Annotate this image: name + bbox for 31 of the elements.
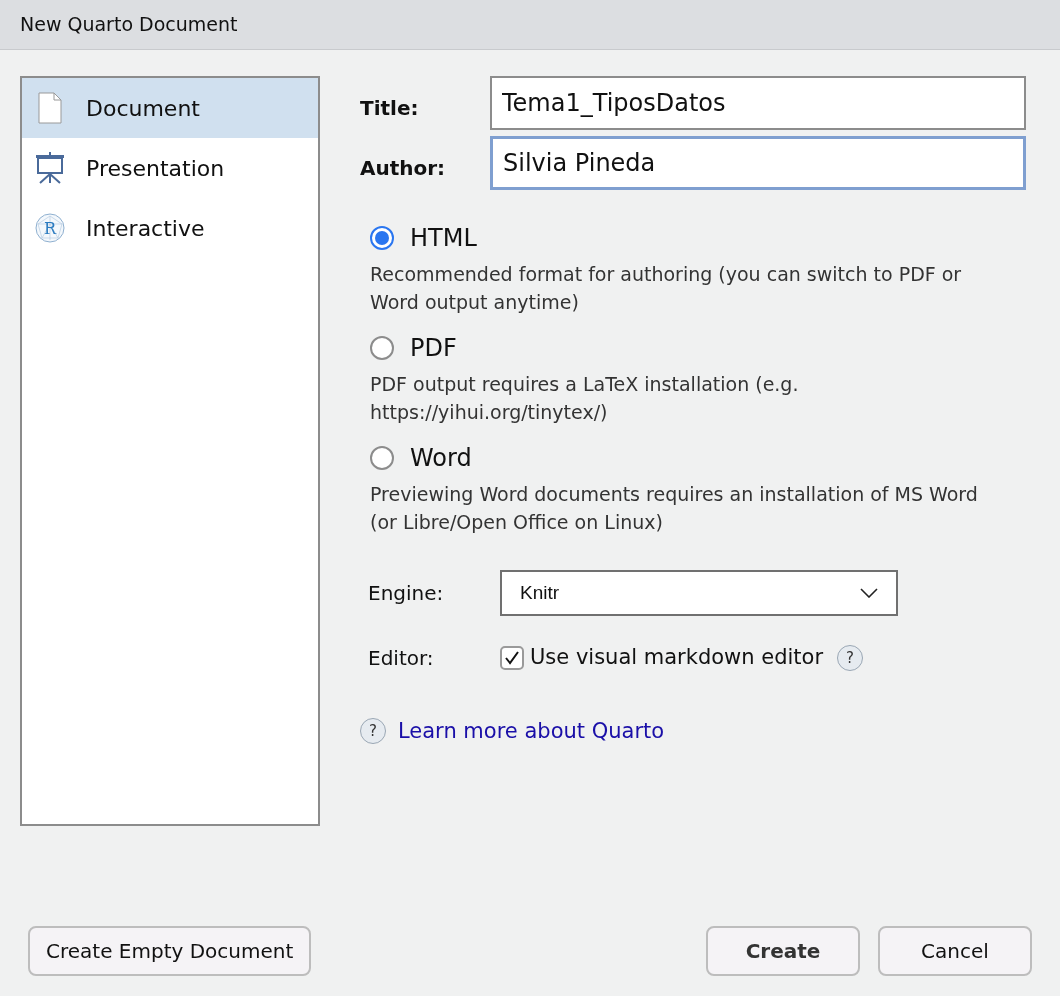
create-button[interactable]: Create xyxy=(706,926,860,976)
checkbox[interactable] xyxy=(500,645,524,670)
field-label: Title: xyxy=(360,95,420,122)
input-field[interactable]: Silvia Pineda xyxy=(490,136,1026,190)
cancel-button[interactable]: Cancel xyxy=(878,926,1032,976)
create-empty-document-button[interactable]: Create Empty Document xyxy=(28,926,312,976)
engine-dropdown[interactable]: Knitr xyxy=(500,570,898,616)
document-icon xyxy=(37,92,63,124)
r-globe-icon: R xyxy=(34,212,66,244)
window-title: New Quarto Document xyxy=(20,12,238,38)
input-field[interactable]: Tema1_TiposDatos xyxy=(490,76,1026,130)
help-icon[interactable]: ? xyxy=(360,718,386,745)
chevron-down-icon xyxy=(860,588,878,598)
engine-label: Engine: xyxy=(368,580,445,607)
learn-more-link[interactable]: Learn more about Quarto xyxy=(398,715,665,747)
checkmark-icon xyxy=(504,649,520,666)
radio-label: HTML xyxy=(410,223,477,254)
format-description: Previewing Word documents requires an installation of MS Word (or Libre/Open Office on Linux) xyxy=(369,482,979,535)
checkbox-label: Use visual markdown editor xyxy=(530,644,824,671)
field-label: Author: xyxy=(360,155,447,182)
radio-button[interactable] xyxy=(370,336,394,360)
radio-button[interactable] xyxy=(370,446,394,470)
help-icon[interactable]: ? xyxy=(837,644,864,671)
editor-label: Editor: xyxy=(368,644,435,672)
easel-icon xyxy=(35,152,65,184)
format-description: PDF output requires a LaTeX installation (e.g. https://yihui.org/tinytex/) xyxy=(369,372,800,425)
radio-label: PDF xyxy=(410,333,457,364)
format-description: Recommended format for authoring (you can switch to PDF or Word output anytime) xyxy=(369,262,963,315)
radio-label: Word xyxy=(410,443,472,474)
radio-button[interactable] xyxy=(370,226,394,250)
sidebar-item[interactable]: Document xyxy=(22,78,318,138)
